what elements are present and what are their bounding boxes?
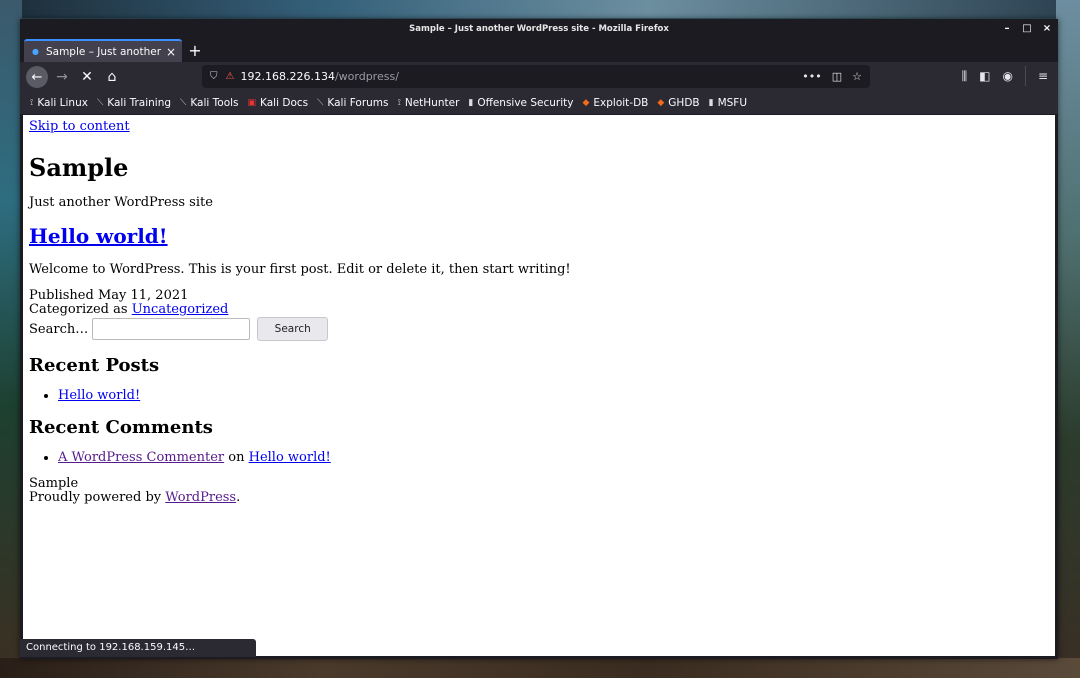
url-path: /wordpress/: [334, 70, 399, 83]
category-link[interactable]: Uncategorized: [132, 302, 229, 317]
kali-dragon-icon: ⟍: [96, 98, 104, 108]
docs-icon: ▣: [247, 98, 257, 108]
window-controls: – □ ×: [1002, 19, 1052, 39]
nethunter-icon: ⟟: [397, 98, 401, 108]
list-item: A WordPress Commenter on Hello world!: [58, 450, 1049, 465]
page-content: Skip to content Sample Just another Word…: [23, 115, 1055, 656]
back-button[interactable]: ←: [26, 66, 48, 88]
msfu-icon: ▮: [708, 98, 714, 108]
bookmark-nethunter[interactable]: ⟟ NetHunter: [398, 97, 460, 109]
post-published-date: Published May 11, 2021: [29, 288, 189, 304]
desktop-wallpaper-top: [0, 0, 1080, 18]
search-button[interactable]: Search: [257, 317, 329, 342]
recent-posts-list: Hello world!: [29, 388, 1049, 403]
close-window-button[interactable]: ×: [1042, 19, 1052, 39]
desktop-wallpaper-left: [0, 0, 22, 678]
list-item: Hello world!: [58, 388, 1049, 403]
bookmark-ghdb[interactable]: ◆ GHDB: [657, 97, 699, 109]
post-title-link[interactable]: Hello world!: [29, 224, 168, 248]
comment-on-text: on: [228, 450, 245, 466]
window-title: Sample – Just another WordPress site - M…: [409, 24, 669, 34]
url-bar[interactable]: ⛉ ⚠ 192.168.226.134/wordpress/ ••• ◫ ☆: [202, 65, 870, 88]
comment-author-link[interactable]: A WordPress Commenter: [58, 450, 224, 465]
recent-post-link[interactable]: Hello world!: [58, 388, 140, 403]
pocket-icon[interactable]: ◫: [832, 70, 842, 83]
bookmarks-toolbar: ⟟ Kali Linux ⟍ Kali Training ⟍ Kali Tools ▣…: [20, 92, 1058, 114]
wordpress-link[interactable]: WordPress: [165, 490, 236, 505]
menu-icon[interactable]: ≡: [1038, 69, 1048, 83]
shield-icon[interactable]: ⛉: [210, 71, 218, 82]
search-input[interactable]: [92, 318, 251, 341]
star-icon[interactable]: ☆: [852, 70, 862, 83]
toolbar-right: ⫼ ◧ ◉ ≡: [962, 66, 1048, 86]
bookmark-kali-tools[interactable]: ⟍ Kali Tools: [180, 97, 239, 109]
minimize-button[interactable]: –: [1002, 19, 1012, 39]
status-bar: Connecting to 192.168.159.145…: [20, 639, 256, 657]
exploit-db-icon: ◆: [582, 98, 590, 108]
account-icon[interactable]: ◉: [1002, 69, 1012, 83]
desktop-wallpaper-bottom: [0, 658, 1080, 678]
category-prefix: Categorized as: [29, 302, 128, 318]
kali-dragon-icon: ⟍: [317, 98, 324, 108]
footer-site-name: Sample: [29, 476, 79, 492]
bookmark-kali-docs[interactable]: ▣ Kali Docs: [248, 97, 309, 109]
powered-suffix: .: [236, 490, 241, 506]
site-tagline: Just another WordPress site: [29, 195, 213, 211]
powered-prefix: Proudly powered by: [29, 490, 162, 506]
bookmark-exploit-db[interactable]: ◆ Exploit-DB: [582, 97, 648, 109]
bookmark-kali-training[interactable]: ⟍ Kali Training: [97, 97, 171, 109]
ghdb-icon: ◆: [657, 98, 665, 108]
kali-dragon-icon: ⟍: [180, 98, 187, 108]
search-label: Search…: [29, 321, 89, 337]
post-category: Categorized as Uncategorized: [29, 303, 1049, 317]
page-actions-button[interactable]: •••: [802, 70, 821, 83]
forward-button[interactable]: →: [51, 66, 73, 88]
comment-post-link[interactable]: Hello world!: [249, 450, 331, 465]
arrow-left-icon: ←: [31, 69, 43, 85]
bookmark-msfu[interactable]: ▮ MSFU: [709, 97, 747, 109]
desktop-wallpaper-right: [1056, 0, 1080, 678]
insecure-lock-icon[interactable]: ⚠: [226, 71, 235, 82]
new-tab-button[interactable]: +: [182, 39, 208, 62]
recent-comments-list: A WordPress Commenter on Hello world!: [29, 450, 1049, 465]
site-footer: Sample Proudly powered by WordPress.: [29, 477, 1049, 505]
search-form: Search… Search: [29, 317, 1049, 342]
tab-active[interactable]: ● Sample – Just another W ×: [24, 39, 182, 62]
firefox-window: Sample – Just another WordPress site - M…: [20, 19, 1058, 659]
loading-dot-icon: ●: [32, 47, 39, 56]
close-icon: ✕: [81, 69, 93, 85]
navigation-toolbar: ← → ✕ ⌂ ⛉ ⚠ 192.168.226.134/wordpress/ •…: [20, 62, 1058, 92]
post-meta: Published May 11, 2021 Categorized as Un…: [29, 289, 1049, 317]
stop-button[interactable]: ✕: [76, 66, 98, 88]
url-host: 192.168.226.134: [240, 70, 335, 83]
powered-by: Proudly powered by WordPress.: [29, 491, 1049, 505]
library-icon[interactable]: ⫼: [962, 69, 968, 84]
offsec-icon: ▮: [468, 98, 474, 108]
kali-dragon-icon: ⟟: [30, 98, 34, 108]
arrow-right-icon: →: [56, 69, 68, 85]
maximize-button[interactable]: □: [1022, 19, 1032, 39]
home-icon: ⌂: [107, 69, 117, 85]
tab-title: Sample – Just another W: [45, 45, 162, 58]
url-actions: ••• ◫ ☆: [802, 70, 862, 83]
wordpress-page: Skip to content Sample Just another Word…: [23, 115, 1055, 509]
toolbar-separator: [1024, 66, 1026, 86]
post-title: Hello world!: [29, 224, 1049, 248]
site-title: Sample: [29, 153, 129, 182]
bookmark-kali-linux[interactable]: ⟟ Kali Linux: [30, 97, 88, 109]
skip-to-content-link[interactable]: Skip to content: [29, 119, 130, 134]
tab-strip: ● Sample – Just another W × +: [20, 39, 1058, 62]
tab-close-button[interactable]: ×: [166, 45, 176, 59]
home-button[interactable]: ⌂: [101, 66, 123, 88]
recent-posts-title: Recent Posts: [29, 355, 160, 377]
post-body: Welcome to WordPress. This is your first…: [29, 262, 571, 278]
sidebar-icon[interactable]: ◧: [979, 69, 990, 83]
bookmark-kali-forums[interactable]: ⟍ Kali Forums: [317, 97, 388, 109]
recent-comments-title: Recent Comments: [29, 417, 213, 439]
bookmark-offensive-security[interactable]: ▮ Offensive Security: [468, 97, 573, 109]
window-titlebar: Sample – Just another WordPress site - M…: [20, 19, 1058, 39]
